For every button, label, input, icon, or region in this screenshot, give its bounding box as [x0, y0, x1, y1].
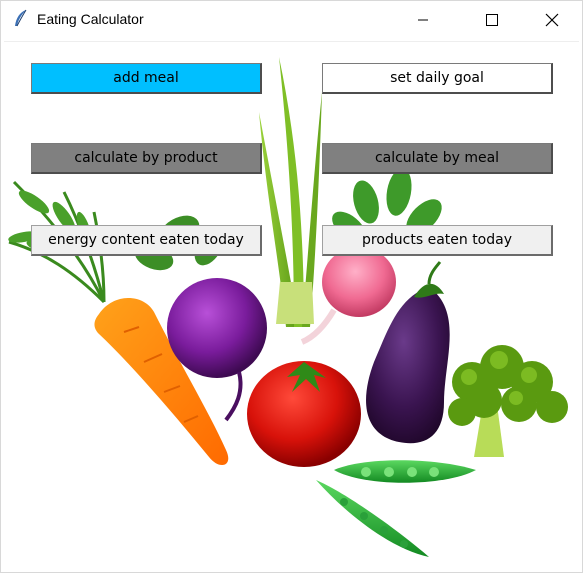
set-daily-goal-button[interactable]: set daily goal	[322, 63, 553, 94]
maximize-icon	[486, 14, 498, 26]
app-window: Eating Calculator add meal set daily goa…	[0, 0, 583, 573]
vegetables-illustration	[8, 57, 568, 557]
energy-content-button[interactable]: energy content eaten today	[31, 225, 262, 256]
calculate-by-meal-button[interactable]: calculate by meal	[322, 143, 553, 174]
title-bar[interactable]: Eating Calculator	[1, 1, 582, 39]
window-title: Eating Calculator	[37, 11, 144, 27]
maximize-button[interactable]	[469, 1, 515, 39]
minimize-button[interactable]	[400, 1, 446, 39]
calculate-by-product-button[interactable]: calculate by product	[31, 143, 262, 174]
feather-icon	[15, 9, 27, 27]
add-meal-button[interactable]: add meal	[31, 63, 262, 94]
main-area: add meal set daily goal calculate by pro…	[4, 41, 579, 572]
products-eaten-button[interactable]: products eaten today	[322, 225, 553, 256]
close-icon	[545, 13, 559, 27]
minimize-icon	[418, 19, 428, 21]
close-button[interactable]	[529, 1, 575, 39]
